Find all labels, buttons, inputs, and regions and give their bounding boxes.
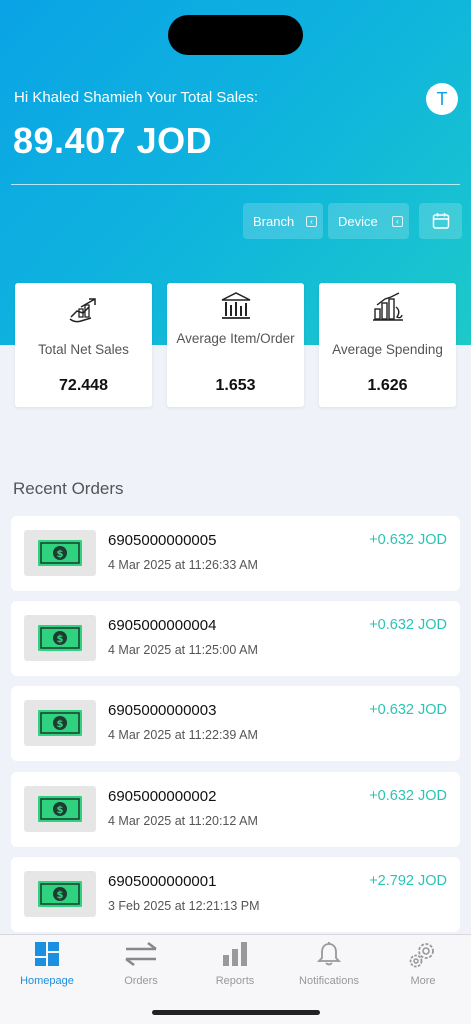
svg-text:$: $: [57, 805, 64, 816]
cash-icon: $: [38, 881, 82, 907]
order-card[interactable]: $ 6905000000004 4 Mar 2025 at 11:25:00 A…: [11, 601, 460, 676]
hand-chart-icon: [69, 298, 96, 323]
bell-icon: [317, 942, 341, 966]
stat-value: 1.626: [367, 377, 408, 394]
stat-card-total-net-sales[interactable]: Total Net Sales 72.448: [15, 283, 152, 407]
calendar-icon: [432, 213, 449, 229]
order-card[interactable]: $ 6905000000002 4 Mar 2025 at 11:20:12 A…: [11, 772, 460, 847]
device-filter-label: Device: [338, 213, 378, 229]
chevron-left-icon: ‹: [306, 216, 317, 227]
order-thumbnail: $: [24, 871, 96, 917]
nav-item-more[interactable]: More: [376, 935, 470, 995]
stat-value: 72.448: [59, 377, 108, 394]
recent-orders-title: Recent Orders: [13, 479, 124, 498]
nav-label: Notifications: [299, 975, 359, 987]
grid-icon: [35, 942, 59, 966]
order-thumbnail: $: [24, 786, 96, 832]
camera-notch: [168, 15, 303, 55]
device-filter[interactable]: Device ‹: [328, 203, 409, 239]
growth-bars-icon: [372, 292, 403, 321]
nav-item-notifications[interactable]: Notifications: [282, 935, 376, 995]
order-card[interactable]: $ 6905000000003 4 Mar 2025 at 11:22:39 A…: [11, 686, 460, 761]
order-id: 6905000000001: [108, 873, 217, 890]
order-date: 4 Mar 2025 at 11:20:12 AM: [108, 814, 258, 828]
branch-filter-label: Branch: [253, 213, 295, 229]
nav-item-reports[interactable]: Reports: [188, 935, 282, 995]
nav-label: Orders: [124, 975, 158, 987]
stat-label: Total Net Sales: [38, 342, 129, 357]
bar-chart-icon: [223, 942, 247, 966]
order-card[interactable]: $ 6905000000001 3 Feb 2025 at 12:21:13 P…: [11, 857, 460, 932]
nav-label: Reports: [215, 975, 255, 987]
order-id: 6905000000002: [108, 788, 217, 805]
home-indicator: [152, 1010, 320, 1015]
cash-icon: $: [38, 796, 82, 822]
order-amount: +0.632 JOD: [369, 788, 447, 804]
greeting-text: Hi Khaled Shamieh Your Total Sales:: [14, 89, 259, 106]
order-card[interactable]: $ 6905000000005 4 Mar 2025 at 11:26:33 A…: [11, 516, 460, 591]
chevron-left-icon: ‹: [392, 216, 403, 227]
order-amount: +2.792 JOD: [369, 873, 447, 889]
header-divider: [11, 184, 460, 185]
order-thumbnail: $: [24, 700, 96, 746]
nav-label: More: [410, 975, 436, 987]
order-id: 6905000000005: [108, 532, 217, 549]
stat-label: Average Spending: [332, 342, 443, 357]
cash-icon: $: [38, 710, 82, 736]
order-date: 4 Mar 2025 at 11:22:39 AM: [108, 728, 258, 742]
nav-item-orders[interactable]: Orders: [94, 935, 188, 995]
cash-icon: $: [38, 540, 82, 566]
stat-card-average-spending[interactable]: Average Spending 1.626: [319, 283, 456, 407]
order-id: 6905000000003: [108, 702, 217, 719]
avatar[interactable]: T: [426, 83, 458, 115]
order-date: 4 Mar 2025 at 11:25:00 AM: [108, 643, 258, 657]
order-thumbnail: $: [24, 615, 96, 661]
order-amount: +0.632 JOD: [369, 532, 447, 548]
nav-label: Homepage: [20, 975, 74, 987]
order-amount: +0.632 JOD: [369, 702, 447, 718]
branch-filter[interactable]: Branch ‹: [243, 203, 323, 239]
order-amount: +0.632 JOD: [369, 617, 447, 633]
bank-chart-icon: [221, 292, 250, 319]
order-thumbnail: $: [24, 530, 96, 576]
nav-item-homepage[interactable]: Homepage: [0, 935, 94, 995]
stat-card-average-item-order[interactable]: Average Item/Order 1.653: [167, 283, 304, 407]
swap-arrows-icon: [125, 942, 157, 966]
order-id: 6905000000004: [108, 617, 217, 634]
stat-label: Average Item/Order: [176, 331, 295, 346]
order-date: 3 Feb 2025 at 12:21:13 PM: [108, 899, 260, 913]
calendar-button[interactable]: [419, 203, 462, 239]
svg-text:$: $: [57, 634, 64, 645]
svg-text:$: $: [57, 549, 64, 560]
gears-icon: [409, 943, 434, 968]
cash-icon: $: [38, 625, 82, 651]
svg-text:$: $: [57, 890, 64, 901]
total-sales-value: 89.407 JOD: [13, 120, 213, 161]
stat-value: 1.653: [215, 377, 256, 394]
order-date: 4 Mar 2025 at 11:26:33 AM: [108, 558, 258, 572]
svg-text:$: $: [57, 719, 64, 730]
